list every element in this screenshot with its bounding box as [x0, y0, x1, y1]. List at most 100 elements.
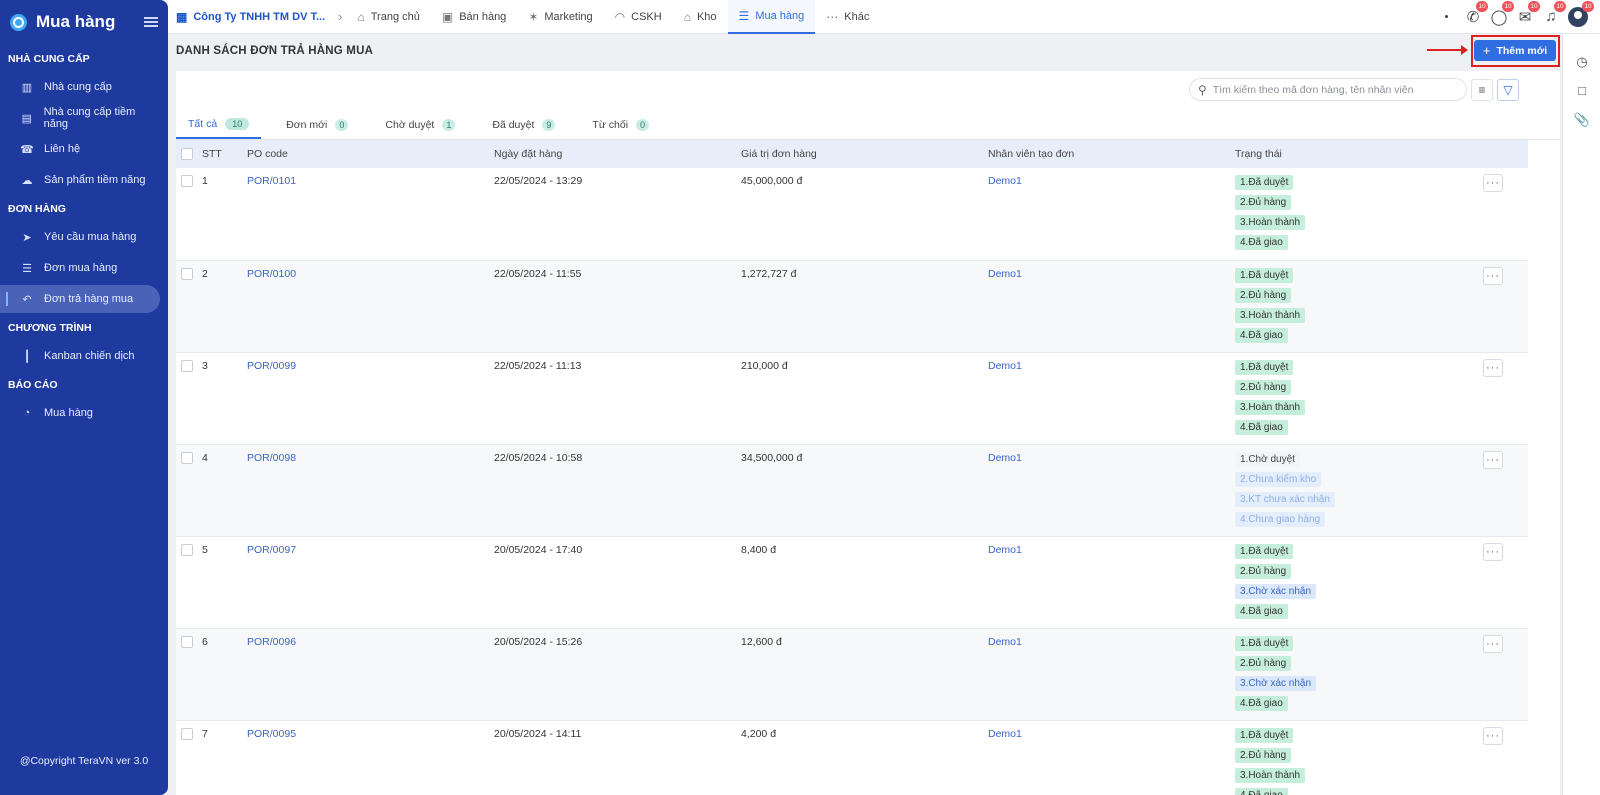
status-tag: 1.Đã duyệt [1235, 359, 1294, 375]
comment-icon[interactable]: □ [1563, 76, 1600, 105]
order-value: 12,600 đ [741, 635, 782, 648]
status-tab[interactable]: Chờ duyệt 1 [373, 110, 467, 139]
mail-icon[interactable]: ✉ 10 [1512, 0, 1540, 27]
po-code-link[interactable]: POR/0095 [247, 721, 494, 740]
staff-link[interactable]: Demo1 [988, 721, 1235, 740]
column-settings-button[interactable]: ≡ [1471, 79, 1493, 101]
nav-tab[interactable]: ⌂ Trang chủ [346, 0, 430, 34]
nav-tab[interactable]: ◠ CSKH [604, 0, 673, 34]
sidebar-item[interactable]: ▥ Nhà cung cấp [8, 73, 160, 101]
sidebar-item[interactable]: ◔ Mua hàng [8, 399, 160, 427]
row-checkbox[interactable] [181, 727, 193, 740]
building-icon: ▥ [21, 81, 33, 94]
status-dot-icon [1445, 15, 1448, 18]
more-actions-button[interactable]: ··· [1483, 174, 1503, 192]
sidebar-item[interactable]: ☎ Liên hệ [8, 135, 160, 163]
row-stt: 5 [202, 543, 208, 556]
filter-button[interactable]: ▽ [1497, 79, 1519, 101]
paperclip-icon[interactable]: 📎 [1563, 105, 1600, 134]
staff-link[interactable]: Demo1 [988, 445, 1235, 464]
staff-link[interactable]: Demo1 [988, 168, 1235, 187]
phone-icon[interactable]: ✆ 10 [1460, 0, 1488, 27]
select-all-checkbox[interactable] [181, 148, 193, 160]
order-value: 4,200 đ [741, 727, 777, 740]
staff-link[interactable]: Demo1 [988, 261, 1235, 280]
table-row: 5 POR/0097 20/05/2024 - 17:40 8,400 đ Demo1 1… [176, 536, 1528, 628]
cart-icon: ☰ [22, 262, 32, 275]
table-row: 3 POR/0099 22/05/2024 - 11:13 210,000 đ Demo… [176, 352, 1528, 444]
staff-link[interactable]: Demo1 [988, 537, 1235, 556]
status-tag: 2.Đủ hàng [1235, 195, 1292, 210]
staff-link[interactable]: Demo1 [988, 353, 1235, 372]
nav-tab[interactable]: ⋯ Khác [815, 0, 880, 34]
po-code-link[interactable]: POR/0098 [247, 445, 494, 464]
avatar[interactable]: 10 [1568, 0, 1594, 27]
po-code-link[interactable]: POR/0101 [247, 168, 494, 187]
menu-toggle-icon[interactable] [144, 17, 158, 27]
row-stt: 2 [202, 267, 208, 280]
row-checkbox[interactable] [181, 543, 193, 556]
sidebar-item[interactable]: ▤ Nhà cung cấp tiềm năng [8, 104, 160, 132]
sidebar-title: Mua hàng [36, 12, 116, 31]
status-tab[interactable]: Đã duyệt 9 [480, 110, 567, 139]
clock-icon[interactable]: ◷ [1563, 47, 1600, 76]
row-stt: 1 [202, 175, 208, 187]
row-checkbox[interactable] [181, 359, 193, 372]
status-tag: 2.Đủ hàng [1235, 379, 1292, 395]
sidebar-item[interactable]: ┃ Kanban chiến dịch [8, 342, 160, 370]
status-tag: 1.Đã duyệt [1235, 175, 1294, 190]
megaphone-icon: ✶ [528, 9, 539, 24]
status-tab[interactable]: Tất cả 10 [176, 110, 262, 139]
staff-link[interactable]: Demo1 [988, 629, 1235, 648]
add-new-label: Thêm mới [1496, 44, 1548, 57]
nav-tab[interactable]: ☰ Mua hàng [727, 0, 816, 34]
more-actions-button[interactable]: ··· [1483, 634, 1503, 653]
bell-icon[interactable]: ♫ 10 [1538, 0, 1566, 27]
sidebar-item[interactable]: ➤ Yêu cầu mua hàng [8, 223, 160, 251]
more-actions-button[interactable]: ··· [1483, 358, 1503, 377]
po-code-link[interactable]: POR/0097 [247, 537, 494, 556]
more-actions-button[interactable]: ··· [1483, 450, 1503, 469]
chat-icon[interactable]: ◯ 10 [1486, 0, 1514, 27]
add-new-button[interactable]: + Thêm mới [1474, 40, 1556, 61]
sidebar-item-label: Đơn mua hàng [44, 262, 118, 274]
status-tag: 3.Hoàn thành [1235, 307, 1306, 323]
status-tab[interactable]: Từ chối 0 [580, 110, 661, 139]
more-actions-button[interactable]: ··· [1483, 726, 1503, 745]
po-code-link[interactable]: POR/0100 [247, 261, 494, 280]
status-tag: 2.Đủ hàng [1235, 563, 1292, 579]
more-actions-button[interactable]: ··· [1483, 542, 1503, 561]
sidebar-item[interactable]: ☰ Đơn mua hàng [8, 254, 160, 282]
more-actions-button[interactable]: ··· [1483, 266, 1503, 285]
status-tag: 2.Đủ hàng [1235, 655, 1292, 671]
po-code-link[interactable]: POR/0096 [247, 629, 494, 648]
nav-tab[interactable]: ▣ Bán hàng [431, 0, 517, 34]
row-checkbox[interactable] [181, 267, 193, 280]
status-tag: 4.Đã giao [1235, 603, 1288, 619]
nav-tab[interactable]: ✶ Marketing [517, 0, 603, 34]
rocket-icon: ➤ [22, 231, 32, 244]
status-tag: 4.Đã giao [1235, 327, 1288, 343]
search-input[interactable] [1212, 83, 1453, 96]
row-checkbox[interactable] [181, 635, 193, 648]
status-tabs: Tất cả 10 Đơn mới 0 Chờ duyệt 1 Đã duyệt 9 Từ ch… [176, 110, 1560, 140]
search-box[interactable]: ⚲ [1189, 78, 1467, 101]
cloud-icon: ☁ [21, 174, 33, 187]
company-selector[interactable]: ▦ Công Ty TNHH TM DV T... [168, 0, 336, 34]
right-rail: ◷ □ 📎 [1562, 34, 1600, 795]
ellipsis-icon: ⋯ [826, 9, 839, 24]
status-tag: 4.Đã giao [1235, 787, 1288, 795]
status-tag: 4.Đã giao [1235, 235, 1288, 250]
row-checkbox[interactable] [181, 451, 193, 464]
table-row: 7 POR/0095 20/05/2024 - 14:11 4,200 đ Demo1 1… [176, 720, 1528, 795]
sidebar-item-label: Sản phẩm tiềm năng [44, 174, 146, 186]
sidebar-item[interactable]: ↶ Đơn trả hàng mua [0, 285, 160, 313]
po-code-link[interactable]: POR/0099 [247, 353, 494, 372]
sidebar-section-title: NHÀ CUNG CẤP [8, 53, 90, 65]
order-date: 20/05/2024 - 17:40 [494, 543, 583, 556]
row-checkbox[interactable] [181, 175, 193, 187]
nav-tab[interactable]: ⌂ Kho [673, 0, 728, 34]
sidebar-item-label: Kanban chiến dịch [44, 350, 135, 362]
sidebar-item[interactable]: ☁ Sản phẩm tiềm năng [8, 166, 160, 194]
status-tab[interactable]: Đơn mới 0 [274, 110, 360, 139]
